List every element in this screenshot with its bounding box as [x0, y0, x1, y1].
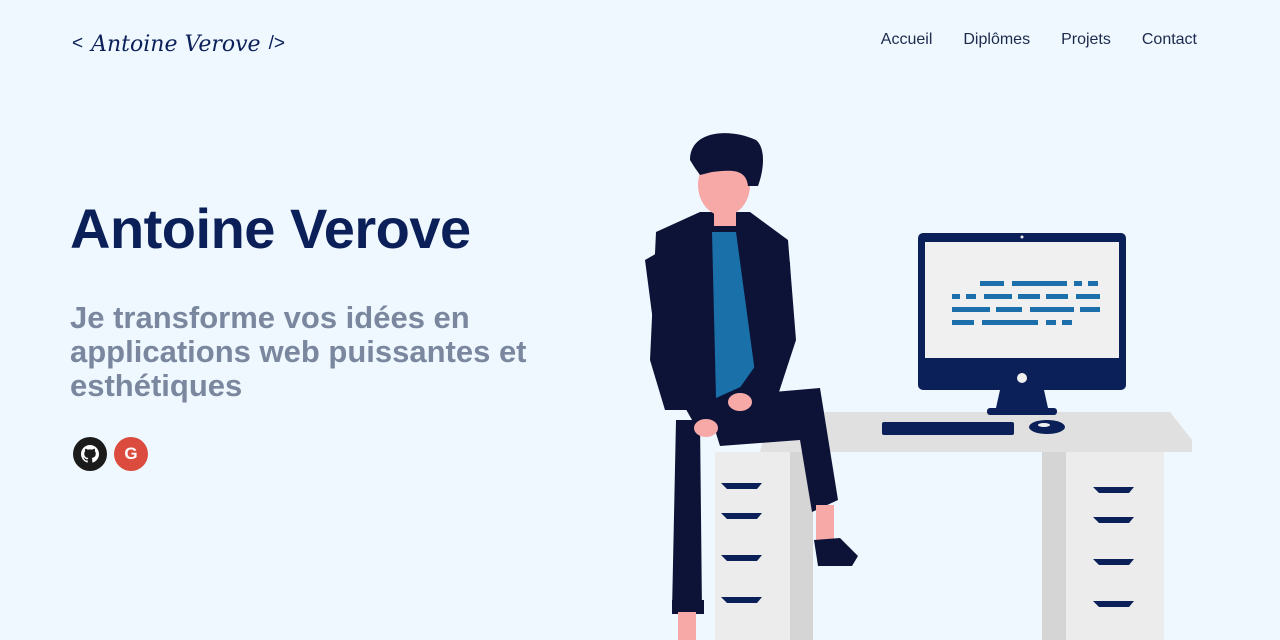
- github-button[interactable]: [73, 437, 107, 471]
- hero-tagline: Je transforme vos idées en applications …: [70, 300, 527, 403]
- google-button[interactable]: G: [114, 437, 148, 471]
- nav-item-contact[interactable]: Contact: [1142, 31, 1197, 49]
- logo-open-bracket: <: [72, 33, 84, 54]
- nav-item-accueil[interactable]: Accueil: [881, 31, 933, 49]
- github-icon: [81, 445, 99, 463]
- google-icon: G: [124, 444, 138, 463]
- nav-item-projets[interactable]: Projets: [1061, 31, 1111, 49]
- logo-close-bracket: />: [268, 33, 285, 54]
- social-links: G: [73, 437, 148, 471]
- site-logo[interactable]: < Antoine Verove />: [72, 24, 285, 64]
- mouse: [1029, 420, 1065, 434]
- keyboard: [882, 422, 1014, 435]
- main-nav: Accueil Diplômes Projets Contact: [881, 31, 1197, 49]
- hero-title: Antoine Verove: [70, 197, 471, 260]
- logo-signature: Antoine Verove: [91, 31, 261, 57]
- developer-desk-illustration: [645, 133, 1192, 640]
- nav-item-diplomes[interactable]: Diplômes: [963, 31, 1030, 49]
